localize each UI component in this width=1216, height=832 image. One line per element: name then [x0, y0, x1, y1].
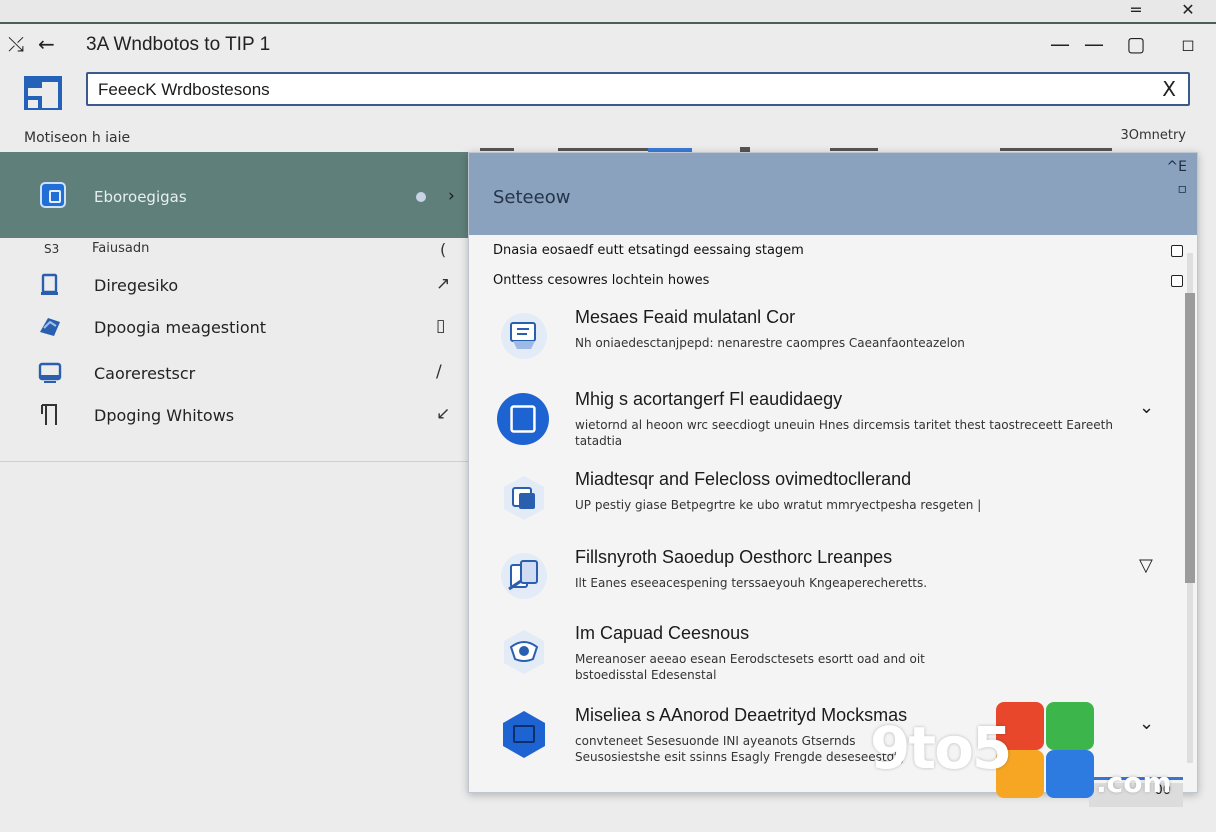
left-item-marker: ↙	[436, 404, 451, 424]
popup-header: Seteeow ^E ▫	[469, 153, 1197, 235]
title-bar: ⤯ ← 3A Wndbotos to TIP 1 — — ▢ ◻	[0, 24, 1216, 68]
management-icon	[40, 318, 60, 336]
right-label: 3Omnetry	[1120, 128, 1186, 143]
left-list-item[interactable]: Caorerestscr /	[0, 352, 468, 396]
left-list-item[interactable]: Diregesiko ↗	[0, 264, 468, 308]
mockups-icon	[503, 711, 545, 758]
entry-description: Nh oniaedesctanjpepd: nenarestre caompre…	[575, 336, 965, 350]
expand-triangle-icon[interactable]: ▽	[1139, 555, 1153, 576]
feature-entry[interactable]: Fillsnyroth Saoedup Oesthorc Lreanpes Il…	[469, 541, 1185, 613]
entry-description: Mereanoser aeeao esean Eerodsctesets eso…	[575, 652, 925, 682]
entry-title: Im Capuad Ceesnous	[575, 623, 750, 643]
left-item-marker: ↗	[436, 274, 451, 294]
window-app-icon	[497, 393, 549, 445]
entry-title: Mhig s acortangerf Fl eaudidaegy	[575, 389, 843, 409]
chevron-right-icon[interactable]: ›	[448, 186, 455, 206]
left-item-label: Diregesiko	[94, 276, 179, 295]
back-arrow-icon[interactable]: ←	[38, 32, 55, 56]
entry-description: wietornd al heoon wrc seecdiogt uneuin H…	[575, 418, 1113, 448]
option-row[interactable]: Dnasia eosaedf eutt etsatingd eessaing s…	[493, 243, 1183, 267]
clear-search-button[interactable]: X	[1162, 77, 1176, 101]
top-minimize-button[interactable]: =	[1116, 0, 1156, 22]
feature-entry[interactable]: Mhig s acortangerf Fl eaudidaegy wietorn…	[469, 383, 1185, 455]
left-list-item[interactable]: Dpoging Whitows ↙	[0, 394, 468, 438]
watermark-square-green	[1046, 702, 1094, 750]
left-sub-marker: (	[440, 240, 447, 259]
left-item-marker: ▯	[436, 316, 446, 336]
popup-title: Seteeow	[493, 187, 571, 208]
option-checkbox[interactable]	[1171, 245, 1183, 257]
popup-menu-button[interactable]: ▫	[1178, 181, 1188, 197]
tools-icon[interactable]: ⤯	[8, 32, 24, 56]
window-icon	[41, 404, 57, 425]
option-label: Onttess cesowres lochtein howes	[493, 273, 710, 288]
files-icon	[501, 553, 547, 599]
entry-title: Fillsnyroth Saoedup Oesthorc Lreanpes	[575, 547, 893, 567]
minimize-button-2[interactable]: —	[1078, 32, 1110, 56]
entry-title: Miseliea s AAnorod Deaetrityd Mocksmas	[575, 705, 908, 725]
device-icon	[41, 273, 58, 295]
search-input[interactable]: FeeecK Wrdbostesons X	[86, 72, 1190, 106]
feature-entry[interactable]: Miadtesqr and Felecloss ovimedtocllerand…	[469, 463, 1185, 535]
left-panel: Eboroegigas › S3 Faiusadn ( Diregesiko ↗…	[0, 152, 468, 462]
restore-button[interactable]: ◻	[1172, 35, 1204, 54]
chevron-down-icon[interactable]: ⌄	[1139, 397, 1154, 418]
window-title: 3A Wndbotos to TIP 1	[86, 34, 271, 55]
left-item-marker: /	[436, 362, 442, 382]
watermark-logo: 9to5 .com	[870, 700, 1190, 810]
monitor-icon	[38, 362, 62, 383]
option-label: Dnasia eosaedf eutt etsatingd eessaing s…	[493, 243, 804, 258]
option-checkbox[interactable]	[1171, 275, 1183, 287]
left-header-label: Eboroegigas	[94, 188, 187, 206]
left-item-label: Dpoogia meagestiont	[94, 318, 267, 337]
left-list-item[interactable]: Dpoogia meagestiont ▯	[0, 306, 468, 350]
collapse-button[interactable]: ^E	[1166, 159, 1187, 175]
left-subheader: S3 Faiusadn (	[0, 238, 468, 264]
entry-title: Mesaes Feaid mulatanl Cor	[575, 307, 796, 327]
entry-description: Ilt Eanes eseeacespening terssaeyouh Kng…	[575, 576, 928, 590]
top-strip: = ✕	[0, 0, 1216, 24]
settings-popup: Seteeow ^E ▫ Dnasia eosaedf eutt etsatin…	[468, 152, 1198, 807]
search-query[interactable]: FeeecK Wrdbostesons	[98, 80, 270, 100]
left-sub-title: Faiusadn	[92, 241, 150, 256]
sync-icon	[504, 476, 544, 520]
section-label: Motiseon h iaie	[24, 130, 131, 146]
indicator-dot	[416, 192, 426, 202]
left-sub-number: S3	[44, 242, 60, 256]
left-item-label: Caorerestscr	[94, 364, 196, 383]
settings-square-icon	[40, 182, 66, 208]
watermark-square-blue	[1046, 750, 1094, 798]
app-logo-icon	[24, 76, 62, 110]
feedback-icon	[501, 313, 547, 359]
feature-entry[interactable]: Mesaes Feaid mulatanl Cor Nh oniaedescta…	[469, 301, 1185, 373]
capture-icon	[504, 630, 544, 674]
minimize-button[interactable]: —	[1044, 32, 1076, 56]
scrollbar-thumb[interactable]	[1185, 293, 1195, 583]
option-row[interactable]: Onttess cesowres lochtein howes	[493, 273, 1183, 297]
entry-title: Miadtesqr and Felecloss ovimedtocllerand	[575, 469, 912, 489]
watermark-suffix: .com	[1096, 766, 1172, 799]
maximize-button[interactable]: ▢	[1120, 32, 1152, 56]
top-close-button[interactable]: ✕	[1168, 0, 1208, 22]
left-item-label: Dpoging Whitows	[94, 406, 235, 425]
left-header-item[interactable]: Eboroegigas ›	[0, 152, 468, 238]
feature-entry[interactable]: Im Capuad Ceesnous Mereanoser aeeao esea…	[469, 617, 1185, 689]
watermark-text: 9to5	[870, 714, 1012, 782]
entry-description: UP pestiy giase Betpegrtre ke ubo wratut…	[575, 498, 982, 512]
